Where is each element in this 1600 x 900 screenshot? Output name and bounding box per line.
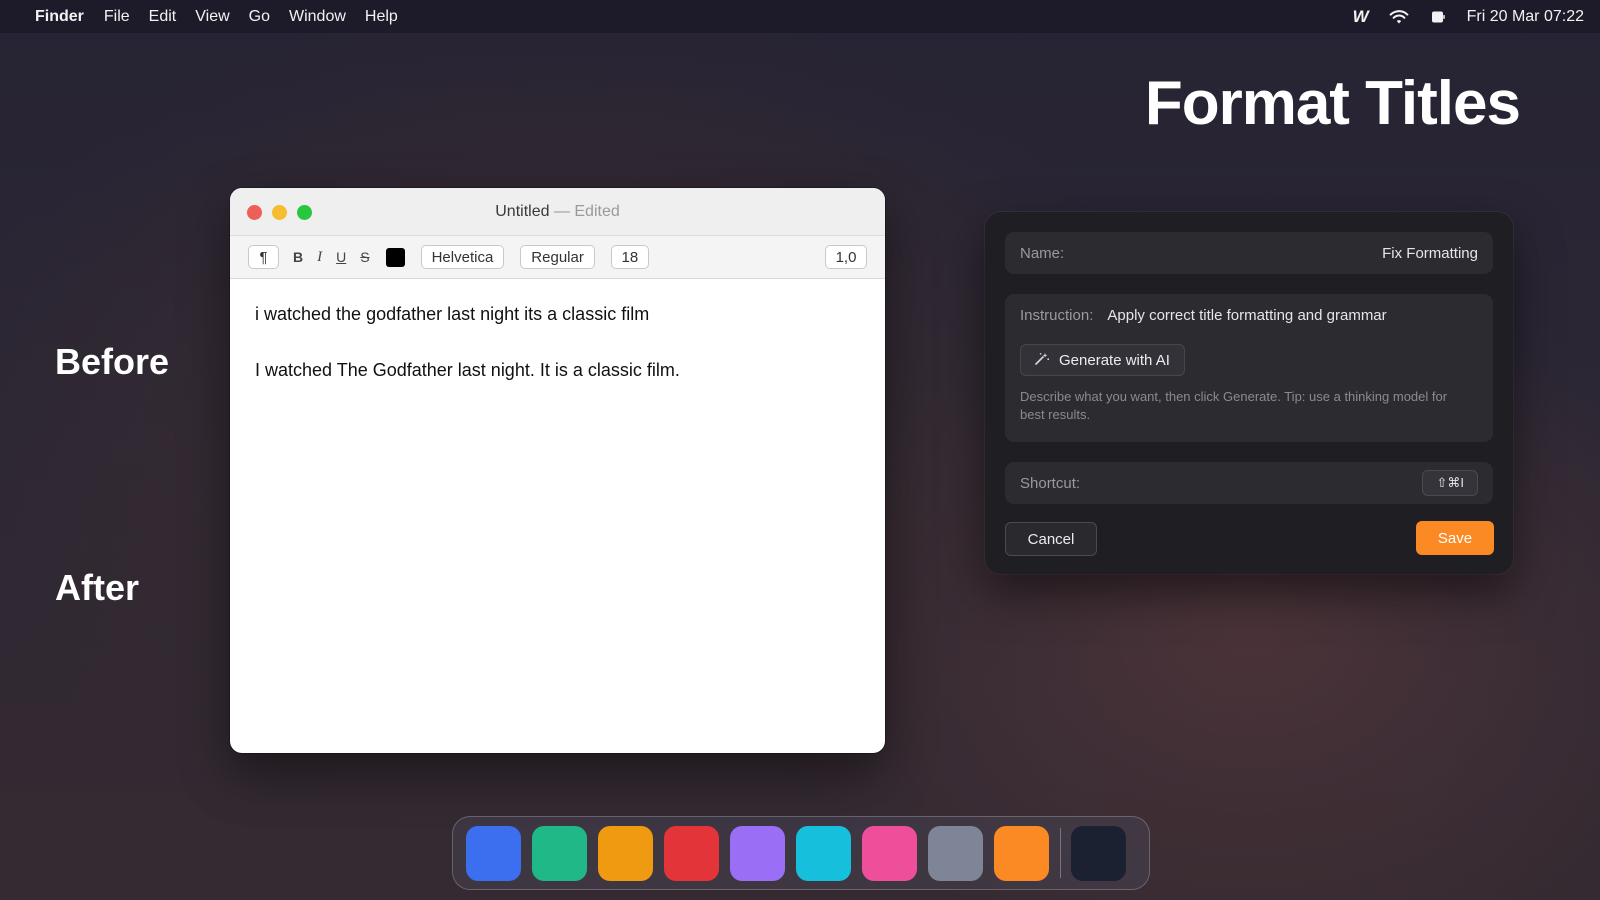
- page-title: Format Titles: [1144, 69, 1521, 138]
- font-size-select[interactable]: 18: [610, 245, 649, 269]
- menu-view[interactable]: View: [195, 8, 229, 26]
- paragraph-styles-button[interactable]: ¶: [248, 245, 279, 269]
- generate-with-ai-button[interactable]: Generate with AI: [1020, 344, 1185, 376]
- window-titlebar[interactable]: Untitled — Edited: [230, 188, 885, 236]
- instruction-label: Instruction:: [1020, 307, 1094, 324]
- save-button[interactable]: Save: [1416, 521, 1494, 555]
- font-family-select[interactable]: Helvetica: [420, 245, 505, 269]
- dock-app-green-icon[interactable]: [532, 825, 587, 881]
- line-spacing-select[interactable]: 1,0: [825, 245, 867, 269]
- window-title: Untitled — Edited: [495, 203, 620, 221]
- menu-edit[interactable]: Edit: [149, 8, 177, 26]
- name-label: Name:: [1020, 244, 1065, 262]
- menu-app-name[interactable]: Finder: [35, 8, 84, 26]
- wifi-icon[interactable]: [1389, 9, 1409, 25]
- dock: [452, 816, 1150, 890]
- menu-go[interactable]: Go: [249, 8, 270, 26]
- instruction-value[interactable]: Apply correct title formatting and gramm…: [1107, 307, 1386, 324]
- shortcut-field[interactable]: Shortcut: ⇧⌘I: [1005, 462, 1493, 504]
- document-body[interactable]: i watched the godfather last night its a…: [230, 279, 885, 439]
- shortcut-label: Shortcut:: [1020, 474, 1081, 492]
- after-label: After: [55, 567, 140, 608]
- close-window-button[interactable]: [247, 205, 262, 220]
- edited-status: — Edited: [553, 202, 620, 220]
- before-text-line[interactable]: i watched the godfather last night its a…: [255, 303, 860, 325]
- shortcut-recorder[interactable]: ⇧⌘I: [1422, 470, 1478, 496]
- dock-app-pink-icon[interactable]: [862, 825, 917, 881]
- document-name: Untitled: [495, 202, 550, 220]
- menu-file[interactable]: File: [104, 8, 130, 26]
- format-toolbar: ¶ B I U S Helvetica Regular 18 1,0: [230, 236, 885, 279]
- action-settings-panel: Name: Fix Formatting Instruction: Apply …: [985, 212, 1513, 574]
- cancel-button[interactable]: Cancel: [1005, 522, 1097, 556]
- generate-label: Generate with AI: [1059, 351, 1170, 369]
- name-value[interactable]: Fix Formatting: [1382, 245, 1478, 262]
- dock-separator: [1060, 828, 1061, 878]
- dock-app-purple-icon[interactable]: [730, 825, 785, 881]
- menu-help[interactable]: Help: [365, 8, 398, 26]
- bold-button[interactable]: B: [293, 249, 303, 265]
- name-field[interactable]: Name: Fix Formatting: [1005, 232, 1493, 274]
- minimize-window-button[interactable]: [272, 205, 287, 220]
- dock-app-amber-icon[interactable]: [598, 825, 653, 881]
- dock-app-orange-icon[interactable]: [994, 825, 1049, 881]
- before-label: Before: [55, 341, 170, 382]
- text-editor-window: Untitled — Edited ¶ B I U S Helvetica Re…: [230, 188, 885, 753]
- strikethrough-button[interactable]: S: [360, 249, 369, 265]
- dock-app-cyan-icon[interactable]: [796, 825, 851, 881]
- zoom-window-button[interactable]: [297, 205, 312, 220]
- menu-bar: Finder File Edit View Go Window Help W F…: [0, 0, 1600, 33]
- magic-wand-icon: [1034, 352, 1050, 369]
- menu-window[interactable]: Window: [289, 8, 346, 26]
- italic-button[interactable]: I: [317, 249, 322, 266]
- font-style-select[interactable]: Regular: [520, 245, 595, 269]
- instruction-field: Instruction: Apply correct title formatt…: [1005, 294, 1493, 442]
- dock-app-red-icon[interactable]: [664, 825, 719, 881]
- app-logo-icon[interactable]: W: [1353, 7, 1369, 27]
- dock-app-blue-icon[interactable]: [466, 825, 521, 881]
- battery-icon[interactable]: [1431, 10, 1445, 24]
- dock-app-dark-icon[interactable]: [1071, 825, 1126, 881]
- text-color-swatch[interactable]: [385, 247, 405, 267]
- after-text-line[interactable]: I watched The Godfather last night. It i…: [255, 359, 860, 381]
- generate-tip: Describe what you want, then click Gener…: [1020, 389, 1448, 422]
- menu-clock[interactable]: Fri 20 Mar 07:22: [1467, 8, 1584, 26]
- underline-button[interactable]: U: [336, 249, 346, 265]
- dock-app-gray-icon[interactable]: [928, 825, 983, 881]
